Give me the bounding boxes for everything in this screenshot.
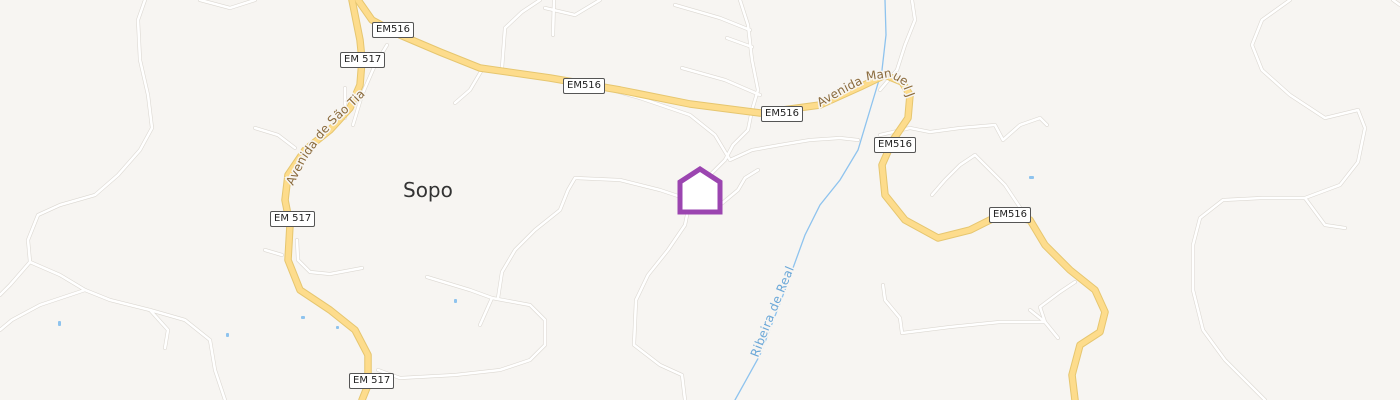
pond [226,333,229,337]
house-icon [677,166,723,215]
road-shield-em516[interactable]: EM516 [563,78,606,94]
road-shield-em517[interactable]: EM 517 [270,211,316,227]
pond [58,321,61,326]
street-label-avenida-sao-tiago: Avenida de São Tiago [0,0,368,187]
pond [336,326,339,329]
place-label-sopo: Sopo [403,178,453,202]
map-canvas[interactable]: Avenida de São Tiago Avenida Manuel José… [0,0,1400,400]
road-shield-em516[interactable]: EM516 [989,207,1032,223]
pond [454,299,457,303]
road-shield-em517[interactable]: EM 517 [349,373,395,389]
road-shield-em516[interactable]: EM516 [874,137,917,153]
pond [301,316,305,319]
river-label-ribeira-de-real: Ribeira de Real [748,264,797,359]
road-shield-em517[interactable]: EM 517 [340,52,386,68]
road-shield-em516[interactable]: EM516 [761,106,804,122]
road-shield-em516[interactable]: EM516 [372,22,415,38]
house-marker[interactable] [676,166,724,218]
pond [1029,176,1034,179]
